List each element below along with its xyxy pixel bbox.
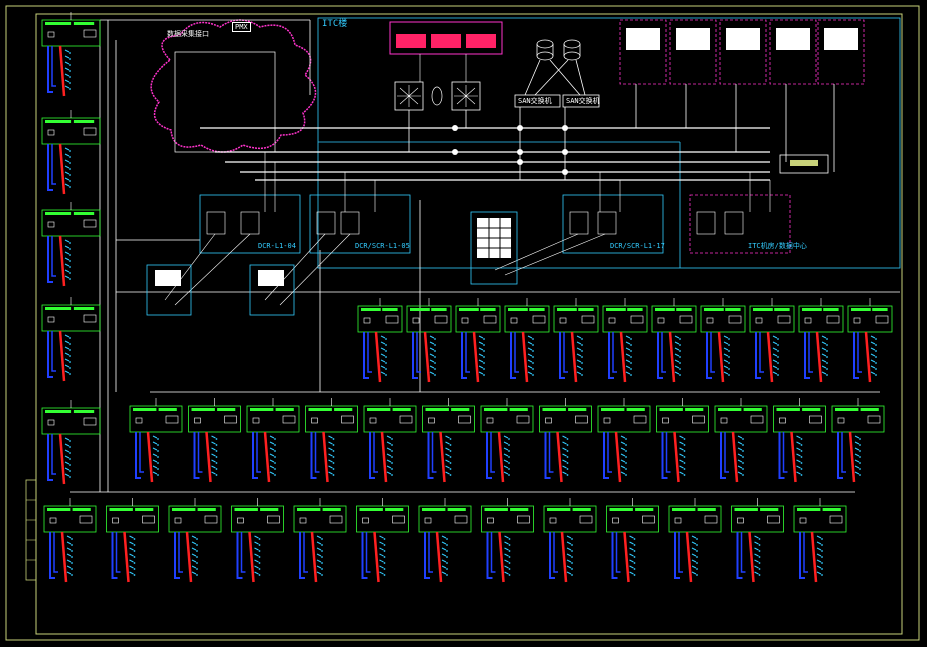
cloud-inner-box [174, 51, 276, 153]
panel-group [700, 298, 746, 383]
panel-group [418, 498, 472, 583]
panel-group [356, 498, 409, 583]
dcr-3-label: DCR/SCR-L1-17 [610, 242, 665, 250]
san-switch-a-label: SAN交换机 [518, 97, 552, 105]
san-switch-b-label: SAN交换机 [566, 97, 600, 105]
server-rack-group [389, 21, 503, 82]
dcr-1-label: DCR-L1-04 [258, 242, 296, 250]
legend-bar [790, 160, 818, 166]
backbone-nodes [452, 125, 568, 175]
itc-room-label: ITC机房/数据中心 [748, 242, 807, 250]
panel-group [363, 398, 417, 483]
panel-group [41, 400, 101, 485]
data-collection-cloud [150, 19, 317, 153]
panel-group [481, 498, 534, 583]
panel-group [231, 498, 284, 583]
panel-group [793, 498, 847, 583]
panel-group [168, 498, 222, 583]
panel-group [539, 398, 592, 483]
cloud-title: 数据采集接口 [167, 30, 209, 38]
network-diagram [5, 5, 920, 641]
panel-group [480, 398, 534, 483]
panel-group [41, 110, 101, 195]
panel-group [43, 498, 97, 583]
itc-building-region [317, 17, 901, 269]
panel-group [773, 398, 826, 483]
panel-group [41, 12, 101, 97]
panel-group [305, 398, 358, 483]
panel-group [798, 298, 844, 383]
console-monitors [155, 218, 511, 286]
inner-frame [35, 13, 903, 635]
panel-group [41, 202, 101, 287]
panel-group [831, 398, 885, 483]
panel-group [597, 398, 651, 483]
panel-group [357, 298, 403, 383]
panel-group [553, 298, 599, 383]
panel-group [731, 498, 784, 583]
panel-group [293, 498, 347, 583]
panel-group [543, 498, 597, 583]
pmx-label: PMX [232, 22, 251, 32]
panel-group [129, 398, 183, 483]
panel-group [406, 298, 452, 383]
san-storage [514, 39, 600, 180]
panel-group [651, 298, 697, 383]
distribution-panels [41, 12, 893, 583]
core-switch-area [394, 81, 481, 152]
panel-group [668, 498, 722, 583]
dcr-2-label: DCR/SCR-L1-05 [355, 242, 410, 250]
console-boxes [146, 211, 518, 316]
dcr-switch-icons [206, 211, 744, 235]
title-strip [25, 479, 37, 581]
panel-group [656, 398, 709, 483]
panel-group [504, 298, 550, 383]
panel-group [41, 297, 101, 382]
backbone-bus [200, 127, 770, 181]
panel-group [455, 298, 501, 383]
panel-group [602, 298, 648, 383]
panel-group [106, 498, 159, 583]
panel-group [606, 498, 659, 583]
panel-group [422, 398, 475, 483]
panel-group [188, 398, 241, 483]
top-right-monitors [626, 28, 858, 50]
itc-building-label: ITC楼 [322, 19, 348, 29]
panel-group [246, 398, 300, 483]
panel-group [847, 298, 893, 383]
panel-group [749, 298, 795, 383]
panel-group [714, 398, 768, 483]
